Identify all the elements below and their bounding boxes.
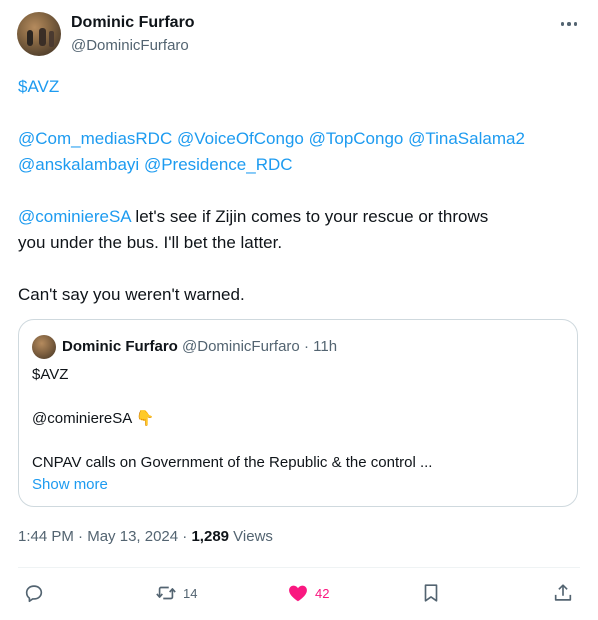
views-count: 1,289 bbox=[191, 528, 230, 545]
action-bar: 14 42 bbox=[0, 570, 598, 616]
quoted-avatar[interactable] bbox=[32, 335, 56, 359]
avatar[interactable] bbox=[17, 12, 61, 56]
separator: · bbox=[73, 528, 88, 545]
retweet-button[interactable]: 14 bbox=[155, 582, 197, 604]
share-button[interactable] bbox=[552, 582, 580, 604]
bookmark-icon bbox=[424, 584, 438, 602]
cashtag-link[interactable]: $AVZ bbox=[18, 77, 59, 96]
tweet-text-segment: you under the bus. I'll bet the latter. bbox=[18, 233, 283, 252]
more-icon[interactable] bbox=[555, 14, 583, 34]
mention-link[interactable]: @Com_mediasRDC bbox=[18, 129, 172, 148]
quoted-header: Dominic Furfaro @DominicFurfaro · 11h bbox=[62, 337, 337, 357]
quoted-author-name[interactable]: Dominic Furfaro bbox=[62, 338, 178, 355]
divider bbox=[18, 567, 580, 568]
quoted-text: $AVZ @cominiereSA 👇 CNPAV calls on Gover… bbox=[32, 364, 562, 496]
quoted-text-line: @cominiereSA 👇 bbox=[32, 410, 155, 427]
quoted-author-handle[interactable]: @DominicFurfaro bbox=[182, 338, 300, 355]
separator: · bbox=[303, 338, 309, 355]
share-icon bbox=[554, 584, 572, 601]
quoted-tweet[interactable]: Dominic Furfaro @DominicFurfaro · 11h $A… bbox=[18, 319, 578, 507]
views-label: Views bbox=[229, 528, 273, 545]
quoted-timestamp[interactable]: 11h bbox=[313, 338, 337, 355]
retweet-icon bbox=[156, 586, 176, 600]
quoted-text-line: CNPAV calls on Government of the Republi… bbox=[32, 454, 433, 471]
tweet-text-segment: Can't say you weren't warned. bbox=[18, 285, 245, 304]
reply-button[interactable] bbox=[23, 582, 51, 604]
show-more-link[interactable]: Show more bbox=[32, 474, 562, 496]
mention-link[interactable]: @cominiereSA bbox=[18, 207, 131, 226]
tweet-text: $AVZ @Com_mediasRDC @VoiceOfCongo @TopCo… bbox=[18, 74, 583, 308]
retweet-count: 14 bbox=[183, 585, 198, 601]
heart-icon bbox=[289, 585, 307, 602]
tweet: Dominic Furfaro @DominicFurfaro $AVZ @Co… bbox=[0, 0, 598, 620]
mention-link[interactable]: @TopCongo bbox=[309, 129, 404, 148]
mention-link[interactable]: @Presidence_RDC bbox=[144, 155, 293, 174]
like-button[interactable]: 42 bbox=[287, 582, 329, 604]
tweet-date[interactable]: May 13, 2024 bbox=[87, 528, 178, 545]
tweet-text-segment: let's see if Zijin comes to your rescue … bbox=[130, 207, 489, 226]
mention-link[interactable]: @TinaSalama2 bbox=[408, 129, 525, 148]
author-handle[interactable]: @DominicFurfaro bbox=[71, 36, 189, 56]
author-name[interactable]: Dominic Furfaro bbox=[71, 13, 195, 33]
like-count: 42 bbox=[315, 585, 330, 601]
reply-icon bbox=[25, 585, 43, 603]
tweet-meta: 1:44 PM · May 13, 2024 · 1,289 Views bbox=[18, 527, 273, 547]
tweet-time[interactable]: 1:44 PM bbox=[18, 528, 74, 545]
mention-link[interactable]: @anskalambayi bbox=[18, 155, 139, 174]
separator: · bbox=[178, 528, 192, 545]
bookmark-button[interactable] bbox=[420, 582, 448, 604]
mention-link[interactable]: @VoiceOfCongo bbox=[177, 129, 304, 148]
quoted-text-line: $AVZ bbox=[32, 366, 69, 383]
